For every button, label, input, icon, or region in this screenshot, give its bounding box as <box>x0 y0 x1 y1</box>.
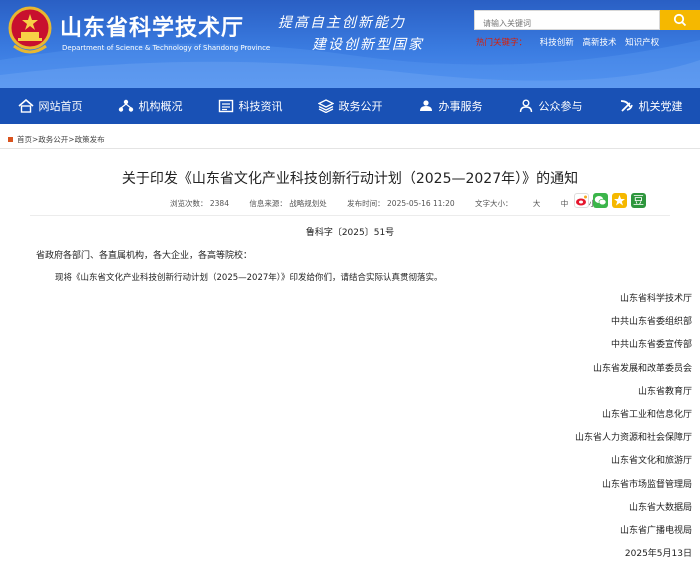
search-input[interactable] <box>475 14 661 33</box>
font-size-big[interactable]: 大 <box>533 199 541 208</box>
douban-icon[interactable]: 豆 <box>631 193 646 208</box>
nav-item-home[interactable]: 网站首页 <box>0 88 100 124</box>
party-icon <box>620 100 633 112</box>
hot-keywords-label: 热门关键字： <box>476 38 528 48</box>
hot-keyword-link[interactable]: 知识产权 <box>625 38 659 48</box>
view-count: 浏览次数： 2384 <box>170 199 229 208</box>
hot-keywords: 热门关键字： 科技创新 高新技术 知识产权 <box>476 36 659 48</box>
nav-item-label: 机构概况 <box>138 100 183 113</box>
nav-item-label: 机关党建 <box>638 100 683 113</box>
wechat-icon[interactable] <box>593 193 608 208</box>
breadcrumb-divider <box>0 148 700 149</box>
hot-keyword-link[interactable]: 科技创新 <box>540 38 574 48</box>
signer: 中共山东省委宣传部 <box>610 340 692 351</box>
signer: 山东省工业和信息化厅 <box>601 409 692 420</box>
nav-item-label: 公众参与 <box>538 100 583 113</box>
breadcrumb-level-1[interactable]: 政务公开 <box>38 134 68 145</box>
site-subtitle: Department of Science & Technology of Sh… <box>62 44 271 52</box>
publish-time: 发布时间： 2025-05-16 11:20 <box>347 199 455 208</box>
signer: 山东省教育厅 <box>637 386 692 397</box>
org-icon <box>118 99 133 112</box>
signer: 中共山东省委组织部 <box>610 317 692 328</box>
slogan-line-1: 提高自主创新能力 <box>278 15 406 31</box>
share-bar: 豆 <box>574 193 650 208</box>
breadcrumb-home[interactable]: 首页 <box>17 134 32 145</box>
site-title[interactable]: 山东省科学技术厅 <box>60 10 244 42</box>
signer: 山东省广播电视局 <box>619 525 692 536</box>
hot-keyword-link[interactable]: 高新技术 <box>582 38 616 48</box>
article-meta: 浏览次数： 2384 信息来源： 战略规划处 发布时间： 2025-05-16 … <box>170 198 614 209</box>
article-title: 关于印发《山东省文化产业科技创新行动计划（2025—2027年）》的通知 <box>121 171 579 187</box>
info-source: 信息来源： 战略规划处 <box>249 199 327 208</box>
document-date: 2025年5月13日 <box>624 549 692 560</box>
signer: 山东省科学技术厅 <box>619 294 692 304</box>
signer: 山东省人力资源和社会保障厅 <box>574 433 692 444</box>
people-icon <box>519 99 532 113</box>
search-icon <box>673 13 687 27</box>
service-icon <box>419 100 432 111</box>
nav-item-label: 网站首页 <box>38 100 83 113</box>
nav-item-gov-affairs[interactable]: 政务公开 <box>300 88 400 124</box>
slogan-line-2: 建设创新型国家 <box>312 37 424 53</box>
signers-list: 山东省科学技术厅 中共山东省委组织部 中共山东省委宣传部 山东省发展和改革委员会… <box>575 292 692 570</box>
document-number: 鲁科字〔2025〕51号 <box>305 228 395 238</box>
body-paragraph: 现将《山东省文化产业科技创新行动计划（2025—2027年）》印发给你们，请结合… <box>55 273 443 283</box>
nav-item-org[interactable]: 机构概况 <box>100 88 200 124</box>
search-box <box>474 10 661 33</box>
salutation: 省政府各部门、各直属机构，各大企业，各高等院校： <box>36 251 253 261</box>
nav-item-party[interactable]: 机关党建 <box>600 88 700 124</box>
search-button[interactable] <box>660 10 700 30</box>
national-emblem-icon <box>8 6 52 54</box>
nav-item-news[interactable]: 科技资讯 <box>200 88 300 124</box>
nav-item-public[interactable]: 公众参与 <box>500 88 600 124</box>
news-icon <box>218 99 233 113</box>
favorite-icon[interactable] <box>612 193 627 208</box>
main-nav: 网站首页 机构概况 科技资讯 政务公开 办事服务 公众参与 机关党建 <box>0 88 700 124</box>
signer: 山东省市场监督管理局 <box>601 479 692 490</box>
font-size-label: 文字大小： <box>475 199 513 208</box>
weibo-icon[interactable] <box>574 193 589 208</box>
layers-icon <box>317 99 334 113</box>
nav-item-services[interactable]: 办事服务 <box>400 88 500 124</box>
nav-item-label: 办事服务 <box>438 100 483 113</box>
signer: 山东省文化和旅游厅 <box>610 456 692 467</box>
signer: 山东省大数据局 <box>628 502 692 513</box>
font-size-medium[interactable]: 中 <box>561 199 569 208</box>
signer: 山东省发展和改革委员会 <box>592 363 692 374</box>
breadcrumb-level-2[interactable]: 政策发布 <box>75 134 105 145</box>
home-icon <box>17 99 34 113</box>
site-header: 山东省科学技术厅 Department of Science & Technol… <box>0 0 700 88</box>
breadcrumb: 首页 > 政务公开 > 政策发布 <box>8 134 105 145</box>
nav-item-label: 科技资讯 <box>238 100 283 113</box>
meta-divider <box>30 215 670 216</box>
breadcrumb-home-icon <box>8 137 13 142</box>
nav-item-label: 政务公开 <box>338 100 383 113</box>
